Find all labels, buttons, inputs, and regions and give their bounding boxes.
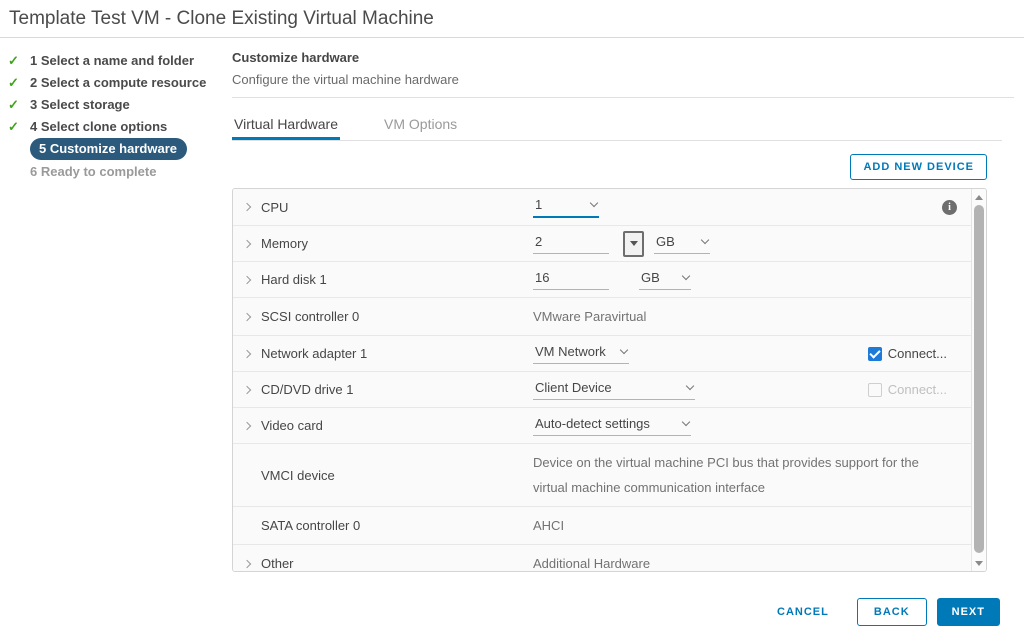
connect-checkbox[interactable]: Connect... (868, 346, 947, 361)
wizard-step-6: 6 Ready to complete (8, 161, 222, 182)
device-value-text: AHCI (533, 507, 582, 544)
scrollbar-thumb[interactable] (974, 205, 984, 553)
chevron-down-icon (682, 417, 690, 425)
table-scrollbar[interactable] (971, 189, 986, 571)
step-label: 5 Customize hardware (30, 138, 187, 160)
hardware-row-network-adapter-1: Network adapter 1VM Network Connect... (233, 335, 971, 371)
tab-vm-options[interactable]: VM Options (382, 110, 459, 140)
step-check-icon: ✓ (8, 53, 30, 69)
device-label: SATA controller 0 (261, 518, 533, 533)
select-value: GB (641, 270, 660, 285)
hardware-row-memory: Memory2 GB (233, 225, 971, 261)
wizard-step-1[interactable]: ✓1 Select a name and folder (8, 50, 222, 71)
expand-chevron-icon[interactable] (233, 387, 261, 393)
info-icon[interactable]: i (942, 200, 957, 215)
expand-chevron-icon[interactable] (233, 314, 261, 320)
expand-chevron-icon[interactable] (233, 561, 261, 567)
hard-disk-1-size-input[interactable]: 16 (533, 270, 609, 290)
device-label: CPU (261, 200, 533, 215)
hardware-row-cpu: CPU1 i (233, 189, 971, 225)
chevron-down-icon (686, 381, 694, 389)
select-value: GB (656, 234, 675, 249)
chevron-down-icon (701, 235, 709, 243)
cpu-select[interactable]: 1 (533, 197, 599, 218)
device-value-text: VMware Paravirtual (533, 298, 664, 335)
expand-chevron-icon[interactable] (233, 241, 261, 247)
checkbox-icon (868, 347, 882, 361)
hardware-row-scsi-controller-0: SCSI controller 0VMware Paravirtual (233, 297, 971, 335)
expand-chevron-icon[interactable] (233, 277, 261, 283)
cancel-button[interactable]: CANCEL (773, 600, 833, 624)
device-label: CD/DVD drive 1 (261, 382, 533, 397)
device-label: Hard disk 1 (261, 272, 533, 287)
step-label: 6 Ready to complete (30, 162, 156, 181)
checkbox-label: Connect... (888, 346, 947, 361)
dropdown-triangle-icon (630, 241, 638, 246)
device-label: Network adapter 1 (261, 346, 533, 361)
step-header-title: Customize hardware (232, 50, 1014, 65)
expand-chevron-icon[interactable] (233, 204, 261, 210)
step-header-subtitle: Configure the virtual machine hardware (232, 72, 1014, 98)
network-adapter-1-select[interactable]: VM Network (533, 344, 629, 364)
step-label: 2 Select a compute resource (30, 73, 206, 92)
back-button[interactable]: BACK (857, 598, 927, 626)
scroll-down-icon[interactable] (972, 556, 986, 570)
cd-dvd-drive-1-select[interactable]: Client Device (533, 380, 695, 400)
device-value-text: Additional Hardware (533, 545, 668, 572)
hardware-row-hard-disk-1: Hard disk 116 GB (233, 261, 971, 297)
wizard-step-2[interactable]: ✓2 Select a compute resource (8, 72, 222, 93)
memory-suggest-dropdown-button[interactable] (623, 231, 644, 257)
device-value-text: Device on the virtual machine PCI bus th… (533, 444, 971, 506)
next-button[interactable]: NEXT (937, 598, 1000, 626)
select-value: Client Device (535, 380, 612, 395)
wizard-step-3[interactable]: ✓3 Select storage (8, 94, 222, 115)
wizard-step-4[interactable]: ✓4 Select clone options (8, 116, 222, 137)
hardware-row-video-card: Video cardAuto-detect settings (233, 407, 971, 443)
device-label: Other (261, 556, 533, 571)
memory-unit-select[interactable]: GB (654, 234, 710, 254)
step-check-icon: ✓ (8, 97, 30, 113)
step-label: 3 Select storage (30, 95, 130, 114)
hardware-tabs: Virtual Hardware VM Options (232, 110, 1002, 141)
connect-checkbox: Connect... (868, 382, 947, 397)
wizard-title: Template Test VM - Clone Existing Virtua… (0, 0, 1024, 37)
hardware-row-vmci-device: VMCI deviceDevice on the virtual machine… (233, 443, 971, 506)
chevron-down-icon (620, 345, 628, 353)
checkbox-icon (868, 383, 882, 397)
hardware-rows: CPU1 i Memory2 GB Hard disk 116 GB SCSI contro… (233, 189, 971, 571)
hardware-row-cd-dvd-drive-1: CD/DVD drive 1Client Device Connect... (233, 371, 971, 407)
add-new-device-button[interactable]: ADD NEW DEVICE (850, 154, 987, 180)
tab-virtual-hardware[interactable]: Virtual Hardware (232, 110, 340, 140)
scroll-up-icon[interactable] (972, 190, 986, 204)
select-value: VM Network (535, 344, 606, 359)
select-value: Auto-detect settings (535, 416, 650, 431)
expand-chevron-icon[interactable] (233, 351, 261, 357)
device-label: SCSI controller 0 (261, 309, 533, 324)
hardware-table: CPU1 i Memory2 GB Hard disk 116 GB SCSI contro… (232, 188, 987, 572)
step-label: 1 Select a name and folder (30, 51, 194, 70)
device-label: VMCI device (261, 468, 533, 483)
step-check-icon: ✓ (8, 119, 30, 135)
expand-chevron-icon[interactable] (233, 423, 261, 429)
hardware-row-sata-controller-0: SATA controller 0AHCI (233, 506, 971, 544)
hardware-row-other: OtherAdditional Hardware (233, 544, 971, 572)
video-card-select[interactable]: Auto-detect settings (533, 416, 691, 436)
checkbox-label: Connect... (888, 382, 947, 397)
wizard-steps: ✓1 Select a name and folder✓2 Select a c… (0, 38, 222, 183)
device-label: Memory (261, 236, 533, 251)
memory-size-input[interactable]: 2 (533, 234, 609, 254)
chevron-down-icon (590, 198, 598, 206)
step-label: 4 Select clone options (30, 117, 167, 136)
step-check-icon: ✓ (8, 75, 30, 91)
chevron-down-icon (682, 271, 690, 279)
device-label: Video card (261, 418, 533, 433)
wizard-step-5[interactable]: 5 Customize hardware (8, 138, 222, 160)
select-value: 1 (535, 197, 542, 212)
hard-disk-1-unit-select[interactable]: GB (639, 270, 691, 290)
